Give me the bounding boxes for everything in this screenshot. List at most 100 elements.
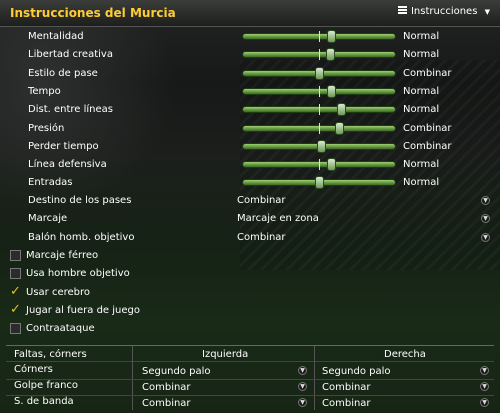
- slider-label: Mentalidad: [28, 31, 84, 42]
- slider-control[interactable]: [242, 66, 396, 80]
- slider-handle[interactable]: [315, 66, 324, 80]
- select-arrow-icon[interactable]: ▼: [481, 232, 490, 242]
- dropdown-arrow-icon: ▼: [484, 8, 490, 16]
- set-piece-left-value[interactable]: Segundo palo: [142, 366, 211, 377]
- slider-value: Normal: [403, 31, 440, 42]
- slider-center-tick: [319, 104, 320, 116]
- select-arrow-icon[interactable]: ▼: [298, 398, 307, 407]
- checkbox-label[interactable]: Usa hombre objetivo: [26, 268, 130, 279]
- select-row: Balón homb. objetivo Combinar ▼: [0, 229, 500, 247]
- title-bar: Instrucciones del Murcia Instrucciones ▼: [0, 0, 500, 27]
- slider-control[interactable]: [242, 139, 396, 153]
- slider-row: Tempo Normal: [0, 83, 500, 101]
- slider-label: Dist. entre líneas: [28, 104, 113, 116]
- slider-center-tick: [319, 159, 320, 171]
- checkbox-label[interactable]: Jugar al fuera de juego: [26, 305, 140, 316]
- select-arrow-icon[interactable]: ▼: [480, 366, 489, 375]
- slider-label: Presión: [28, 122, 65, 134]
- slider-control[interactable]: [242, 158, 396, 172]
- slider-value: Normal: [403, 85, 440, 97]
- checkbox[interactable]: [10, 323, 21, 335]
- slider-handle[interactable]: [327, 158, 337, 172]
- menu-icon: [397, 6, 407, 15]
- slider-handle[interactable]: [315, 176, 324, 190]
- slider-handle[interactable]: [325, 48, 335, 62]
- checkbox-label[interactable]: Marcaje férreo: [26, 250, 98, 261]
- select-arrow-icon[interactable]: ▼: [481, 196, 490, 205]
- checkbox-label[interactable]: Usar cerebro: [26, 287, 90, 298]
- slider-label: Perder tiempo: [28, 140, 99, 152]
- row-divider: [6, 395, 494, 396]
- checkbox[interactable]: [10, 250, 21, 261]
- slider-control[interactable]: [242, 48, 396, 62]
- select-label: Balón homb. objetivo: [28, 231, 135, 243]
- checkbox[interactable]: ✓: [10, 283, 21, 299]
- slider-value: Normal: [403, 49, 440, 61]
- column-right-header: Derecha: [384, 349, 426, 360]
- checkbox-label[interactable]: Contraataque: [26, 323, 95, 334]
- instructions-menu-button[interactable]: Instrucciones ▼: [397, 6, 490, 17]
- select-value[interactable]: Combinar: [237, 232, 286, 243]
- slider-value: Normal: [403, 104, 440, 116]
- slider-handle[interactable]: [327, 30, 337, 43]
- set-piece-right-value[interactable]: Combinar: [322, 398, 371, 409]
- slider-row: Estilo de pase Combinar: [0, 65, 500, 83]
- slider-center-tick: [319, 122, 320, 134]
- checkbox-row: ✓ Usar cerebro: [0, 284, 250, 302]
- select-label: Marcaje: [28, 213, 68, 225]
- checkbox-row: Marcaje férreo: [0, 247, 250, 265]
- slider-control[interactable]: [242, 84, 396, 98]
- set-piece-right-value[interactable]: Combinar: [322, 382, 371, 393]
- slider-handle[interactable]: [327, 84, 337, 98]
- slider-handle[interactable]: [336, 103, 346, 117]
- set-piece-label: S. de banda: [14, 396, 74, 407]
- select-arrow-icon[interactable]: ▼: [480, 398, 489, 407]
- select-arrow-icon[interactable]: ▼: [480, 382, 489, 391]
- select-arrow-icon[interactable]: ▼: [298, 382, 307, 391]
- set-piece-label: Golpe franco: [14, 380, 79, 391]
- slider-row: Perder tiempo Combinar: [0, 138, 500, 156]
- slider-control[interactable]: [242, 30, 396, 43]
- column-left-header: Izquierda: [202, 349, 249, 360]
- select-arrow-icon[interactable]: ▼: [481, 214, 490, 224]
- slider-value: Combinar: [403, 140, 452, 152]
- set-pieces-header: Faltas, córners: [14, 349, 87, 360]
- slider-center-tick: [319, 49, 320, 61]
- slider-control[interactable]: [242, 176, 396, 190]
- slider-control[interactable]: [242, 103, 396, 117]
- checkbox-row: Usa hombre objetivo: [0, 265, 250, 283]
- slider-handle[interactable]: [316, 139, 326, 153]
- select-arrow-icon[interactable]: ▼: [298, 366, 307, 375]
- instructions-panel: Instrucciones del Murcia Instrucciones ▼…: [0, 0, 500, 413]
- check-icon: ✓: [10, 283, 21, 299]
- select-label: Destino de los pases: [28, 195, 132, 206]
- slider-row: Presión Combinar: [0, 120, 500, 138]
- slider-label: Entradas: [28, 177, 73, 189]
- slider-label: Tempo: [28, 85, 61, 97]
- slider-control[interactable]: [242, 121, 396, 135]
- slider-label: Línea defensiva: [28, 159, 107, 171]
- slider-value: Combinar: [403, 122, 452, 134]
- slider-row: Mentalidad Normal: [0, 28, 500, 46]
- checkbox-row: Contraataque: [0, 320, 250, 338]
- checkbox[interactable]: ✓: [10, 302, 21, 317]
- select-value[interactable]: Marcaje en zona: [237, 213, 319, 224]
- set-piece-right-value[interactable]: Segundo palo: [322, 366, 391, 377]
- set-pieces-section: Faltas, córners Izquierda Derecha Córner…: [6, 345, 494, 410]
- checkbox[interactable]: [10, 268, 21, 280]
- row-divider: [6, 379, 494, 380]
- slider-label: Libertad creativa: [28, 49, 113, 61]
- slider-value: Normal: [403, 177, 440, 189]
- panel-title: Instrucciones del Murcia: [10, 6, 176, 20]
- set-piece-left-value[interactable]: Combinar: [142, 398, 191, 409]
- slider-row: Entradas Normal: [0, 174, 500, 192]
- set-piece-label: Córners: [14, 364, 53, 375]
- select-value[interactable]: Combinar: [237, 195, 286, 206]
- set-piece-left-value[interactable]: Combinar: [142, 382, 191, 393]
- checkbox-row: ✓ Jugar al fuera de juego: [0, 302, 250, 320]
- column-divider: [132, 346, 133, 410]
- select-row: Destino de los pases Combinar ▼: [0, 192, 500, 210]
- slider-handle[interactable]: [335, 121, 345, 135]
- column-divider: [314, 346, 315, 410]
- slider-row: Libertad creativa Normal: [0, 46, 500, 64]
